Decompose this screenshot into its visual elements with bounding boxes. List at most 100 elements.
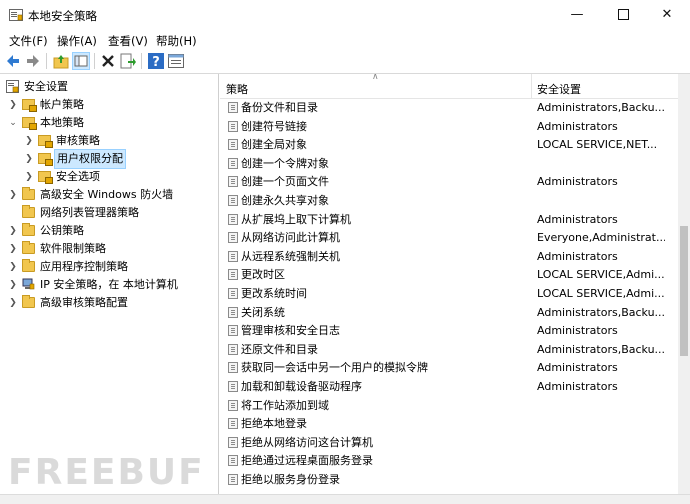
- table-row[interactable]: 创建全局对象 LOCAL SERVICE,NET...: [220, 136, 678, 154]
- policy-name: 创建一个令牌对象: [241, 156, 329, 170]
- chevron-right-icon[interactable]: ❯: [24, 168, 34, 186]
- menu-action[interactable]: 操作(A): [57, 33, 97, 49]
- export-icon[interactable]: [119, 52, 137, 70]
- table-row[interactable]: 创建符号链接 Administrators: [220, 118, 678, 136]
- table-row[interactable]: 从扩展坞上取下计算机 Administrators: [220, 211, 678, 229]
- table-row[interactable]: 更改系统时间 LOCAL SERVICE,Admi...: [220, 285, 678, 303]
- title-bar: 本地安全策略 — ✕: [0, 0, 690, 30]
- table-row[interactable]: 管理审核和安全日志 Administrators: [220, 322, 678, 340]
- table-row[interactable]: 从网络访问此计算机 Everyone,Administrat...: [220, 229, 678, 247]
- policy-setting-value: Administrators: [537, 324, 618, 338]
- tree-item-software-restriction[interactable]: ❯ 软件限制策略: [0, 240, 218, 258]
- tree-item-security-options[interactable]: ❯ 安全选项: [0, 168, 218, 186]
- policy-item-icon: [228, 250, 238, 262]
- chevron-down-icon[interactable]: ⌄: [8, 114, 18, 132]
- tree-item-app-control[interactable]: ❯ 应用程序控制策略: [0, 258, 218, 276]
- chevron-right-icon[interactable]: ❯: [8, 276, 18, 294]
- table-row[interactable]: 加载和卸载设备驱动程序 Administrators: [220, 378, 678, 396]
- tree-item-ip-security[interactable]: ❯ IP 安全策略，在 本地计算机: [0, 276, 218, 294]
- chevron-right-icon[interactable]: ❯: [8, 96, 18, 114]
- table-row[interactable]: 关闭系统 Administrators,Backu...: [220, 304, 678, 322]
- table-row[interactable]: 创建永久共享对象: [220, 192, 678, 210]
- minimize-button[interactable]: —: [554, 0, 600, 30]
- tree-item-account-policy[interactable]: ❯ 帐户策略: [0, 96, 218, 114]
- tree-item-local-policy[interactable]: ⌄ 本地策略: [0, 114, 218, 132]
- chevron-right-icon[interactable]: ❯: [24, 132, 34, 150]
- chevron-right-icon[interactable]: ❯: [8, 258, 18, 276]
- tree-item-network-list-manager[interactable]: 网络列表管理器策略: [0, 204, 218, 222]
- table-row[interactable]: 创建一个令牌对象: [220, 155, 678, 173]
- chevron-right-icon[interactable]: ❯: [8, 186, 18, 204]
- forward-arrow-icon[interactable]: [24, 52, 42, 70]
- scrollbar-thumb[interactable]: [680, 226, 688, 356]
- policy-name: 拒绝本地登录: [241, 417, 307, 431]
- menu-file[interactable]: 文件(F): [9, 33, 48, 49]
- tree-item-audit-policy[interactable]: ❯ 审核策略: [0, 132, 218, 150]
- security-settings-icon: [6, 80, 19, 93]
- security-policy-app-icon: [9, 9, 23, 21]
- table-row[interactable]: 还原文件和目录 Administrators,Backu...: [220, 341, 678, 359]
- table-row[interactable]: 从远程系统强制关机 Administrators: [220, 248, 678, 266]
- tree-item-user-rights-assignment[interactable]: ❯ 用户权限分配: [0, 149, 218, 169]
- column-divider[interactable]: [531, 74, 532, 98]
- table-row[interactable]: 拒绝从网络访问这台计算机: [220, 434, 678, 452]
- policy-setting-value: Administrators,Backu...: [537, 342, 665, 356]
- delete-icon[interactable]: [99, 52, 117, 70]
- close-button[interactable]: ✕: [644, 0, 690, 30]
- tree-item-advanced-audit[interactable]: ❯ 高级审核策略配置: [0, 294, 218, 312]
- tree-item-public-key-policy[interactable]: ❯ 公钥策略: [0, 222, 218, 240]
- up-folder-icon[interactable]: [52, 52, 70, 70]
- policy-setting-value: Administrators,Backu...: [537, 305, 665, 319]
- policy-item-icon: [228, 232, 238, 244]
- toolbar: ?: [0, 50, 690, 74]
- policy-item-icon: [228, 362, 238, 374]
- table-row[interactable]: 获取同一会话中另一个用户的模拟令牌 Administrators: [220, 359, 678, 377]
- table-row[interactable]: 更改时区 LOCAL SERVICE,Admi...: [220, 266, 678, 284]
- policy-name: 拒绝通过远程桌面服务登录: [241, 454, 373, 468]
- table-row[interactable]: 将工作站添加到域: [220, 397, 678, 415]
- policy-name: 从网络访问此计算机: [241, 231, 340, 245]
- list-header: ∧ 策略 安全设置: [220, 74, 678, 99]
- column-header-security-setting[interactable]: 安全设置: [537, 81, 581, 97]
- tree-label: 高级审核策略配置: [40, 296, 128, 309]
- policy-item-icon: [228, 195, 238, 206]
- help-icon[interactable]: ?: [147, 52, 165, 70]
- properties-icon[interactable]: [167, 52, 185, 70]
- chevron-right-icon[interactable]: ❯: [24, 150, 34, 168]
- ip-security-icon: [22, 278, 35, 290]
- tree-label: 用户权限分配: [54, 149, 126, 169]
- policy-name: 关闭系统: [241, 305, 285, 319]
- policy-item-icon: [228, 288, 238, 299]
- tree-item-security-settings[interactable]: 安全设置: [0, 78, 218, 96]
- policy-name: 创建一个页面文件: [241, 175, 329, 189]
- show-hide-tree-icon[interactable]: [72, 52, 90, 70]
- policy-name: 拒绝以服务身份登录: [241, 473, 340, 486]
- tree-item-windows-firewall[interactable]: ❯ 高级安全 Windows 防火墙: [0, 186, 218, 204]
- chevron-right-icon[interactable]: ❯: [8, 294, 18, 312]
- back-arrow-icon[interactable]: [4, 52, 22, 70]
- folder-icon: [22, 259, 35, 272]
- chevron-right-icon[interactable]: ❯: [8, 240, 18, 258]
- chevron-right-icon[interactable]: ❯: [8, 222, 18, 240]
- policy-list-pane: ∧ 策略 安全设置 备份文件和目录 Administrators,Backu...…: [220, 74, 678, 494]
- policy-name: 创建永久共享对象: [241, 194, 329, 207]
- tree-label: 应用程序控制策略: [40, 260, 128, 273]
- table-row[interactable]: 备份文件和目录 Administrators,Backu...: [220, 99, 678, 117]
- policy-item-icon: [228, 176, 238, 188]
- policy-name: 还原文件和目录: [241, 342, 318, 356]
- table-row[interactable]: 创建一个页面文件 Administrators: [220, 173, 678, 191]
- menu-bar: 文件(F) 操作(A) 查看(V) 帮助(H): [0, 30, 690, 50]
- policy-name: 更改系统时间: [241, 287, 307, 300]
- policy-name: 将工作站添加到域: [241, 398, 329, 412]
- table-row[interactable]: 拒绝以服务身份登录: [220, 471, 678, 489]
- vertical-scrollbar[interactable]: [678, 74, 690, 494]
- maximize-button[interactable]: [600, 0, 646, 30]
- table-row[interactable]: 拒绝本地登录: [220, 415, 678, 433]
- table-row[interactable]: 拒绝通过远程桌面服务登录: [220, 452, 678, 470]
- menu-view[interactable]: 查看(V): [108, 33, 148, 49]
- column-header-policy[interactable]: 策略: [226, 81, 248, 97]
- policy-folder-icon: [38, 171, 53, 184]
- menu-help[interactable]: 帮助(H): [156, 33, 197, 49]
- policy-setting-value: LOCAL SERVICE,Admi...: [537, 287, 665, 300]
- policy-item-icon: [228, 157, 238, 169]
